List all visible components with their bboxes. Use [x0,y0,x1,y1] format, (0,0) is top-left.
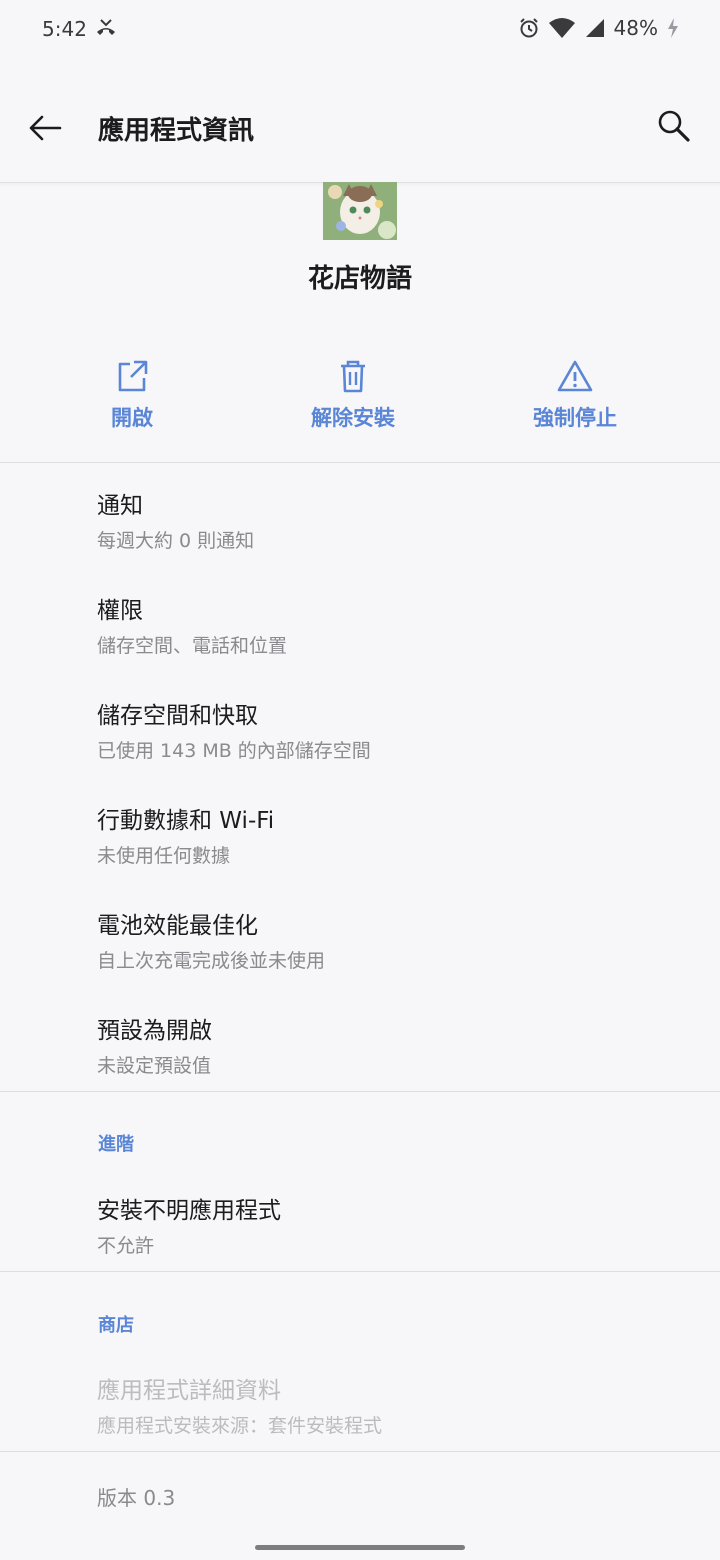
version-text: 版本 0.3 [97,1486,176,1510]
trash-icon [263,358,443,394]
battery-percent: 48% [613,16,658,40]
item-subtitle: 未設定預設值 [97,1055,212,1077]
item-subtitle: 不允許 [97,1235,155,1257]
divider [0,1451,720,1452]
item-title: 通知 [97,493,143,519]
item-title: 行動數據和 Wi-Fi [97,808,275,834]
item-subtitle: 儲存空間、電話和位置 [97,635,288,657]
settings-item-data[interactable]: 行動數據和 Wi-Fi 未使用任何數據 [97,801,697,868]
divider [0,1271,720,1272]
search-icon[interactable] [654,106,694,146]
settings-item-notifications[interactable]: 通知 每週大約 0 則通知 [97,486,697,553]
item-title: 安裝不明應用程式 [97,1198,281,1224]
open-button[interactable]: 開啟 [42,358,222,432]
uninstall-label: 解除安裝 [311,406,395,430]
section-header-advanced: 進階 [98,1134,134,1155]
alarm-icon [518,17,540,39]
status-time: 5:42 [42,17,87,41]
item-subtitle: 自上次充電完成後並未使用 [97,950,326,972]
warning-icon [485,358,665,394]
status-bar: 5:42 48% [0,0,720,58]
section-header-store: 商店 [98,1315,134,1336]
page-title: 應用程式資訊 [98,116,255,146]
item-subtitle: 未使用任何數據 [97,845,231,867]
settings-item-app-details: 應用程式詳細資料 應用程式安裝來源：套件安裝程式 [97,1371,697,1438]
app-name: 花店物語 [307,264,412,294]
item-subtitle: 已使用 143 MB 的內部儲存空間 [97,740,371,762]
divider [0,462,720,463]
settings-item-permissions[interactable]: 權限 儲存空間、電話和位置 [97,591,697,658]
uninstall-button[interactable]: 解除安裝 [263,358,443,432]
wifi-icon [548,17,576,39]
item-title: 權限 [97,598,143,624]
divider [0,1091,720,1092]
item-title: 儲存空間和快取 [97,703,258,729]
charging-icon [666,17,680,39]
gesture-nav-handle[interactable] [255,1545,465,1550]
settings-item-battery[interactable]: 電池效能最佳化 自上次充電完成後並未使用 [97,906,697,973]
item-subtitle: 應用程式安裝來源：套件安裝程式 [97,1415,383,1437]
open-external-icon [42,358,222,394]
back-arrow-icon[interactable] [26,108,66,148]
settings-item-storage[interactable]: 儲存空間和快取 已使用 143 MB 的內部儲存空間 [97,696,697,763]
settings-item-install-unknown-apps[interactable]: 安裝不明應用程式 不允許 [97,1191,697,1258]
action-row: 開啟 解除安裝 強制停止 [0,358,720,448]
app-icon [323,182,397,240]
item-subtitle: 每週大約 0 則通知 [97,530,255,552]
settings-item-open-by-default[interactable]: 預設為開啟 未設定預設值 [97,1011,697,1078]
item-title: 電池效能最佳化 [97,913,258,939]
force-stop-label: 強制停止 [533,406,617,430]
missed-call-icon [94,16,118,40]
signal-icon [584,17,606,39]
force-stop-button[interactable]: 強制停止 [485,358,665,432]
open-label: 開啟 [111,406,153,430]
item-title: 預設為開啟 [97,1018,212,1044]
app-bar: 應用程式資訊 [0,58,720,183]
item-title: 應用程式詳細資料 [97,1378,281,1404]
